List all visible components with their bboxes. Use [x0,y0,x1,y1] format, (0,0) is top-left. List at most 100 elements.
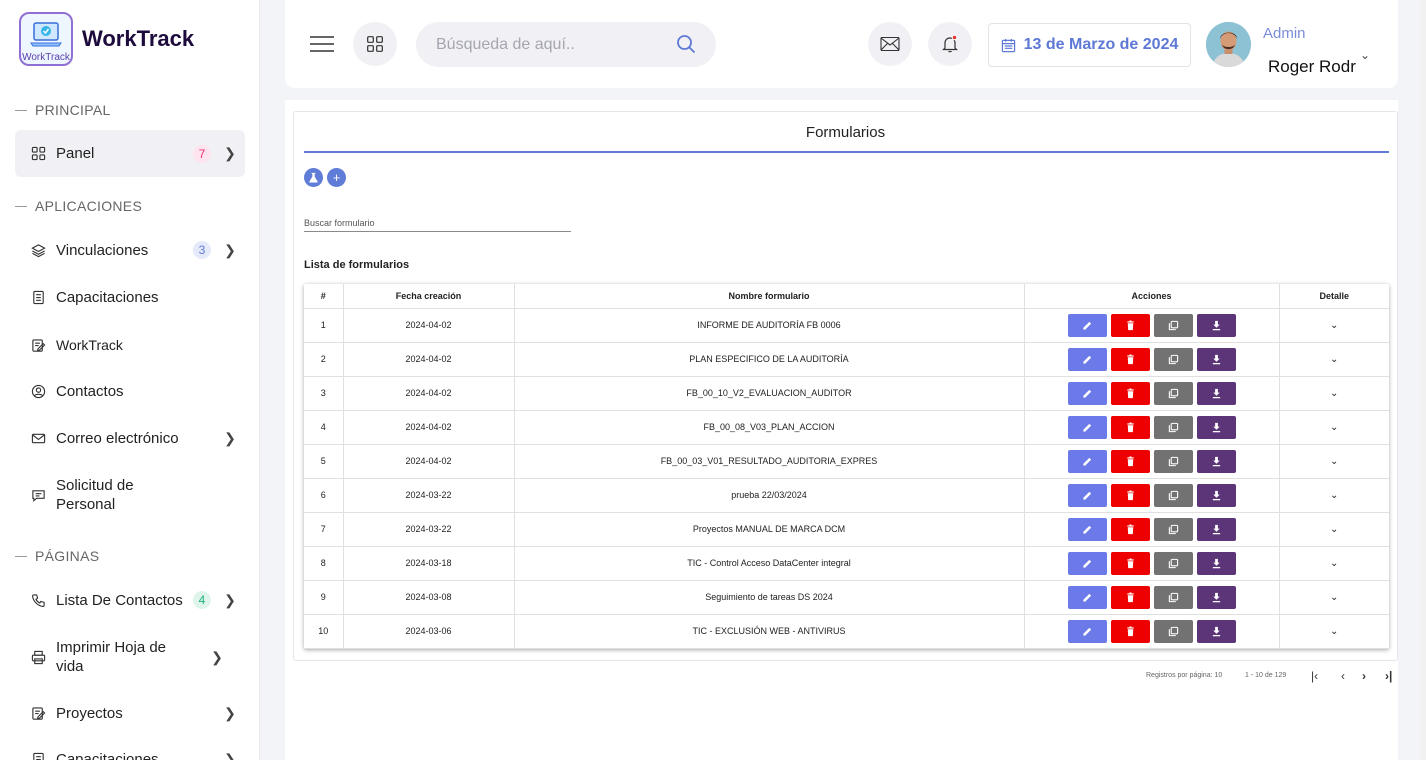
sidebar-item-lista-contactos[interactable]: Lista De Contactos 4 ❯ [15,590,245,610]
first-page-icon[interactable]: |‹ [1311,669,1318,683]
chevron-down-icon[interactable]: ⌄ [1330,626,1338,637]
sidebar-item-panel[interactable]: Panel 7 ❯ [15,130,245,177]
edit-button[interactable] [1067,585,1107,609]
duplicate-button[interactable] [1153,347,1193,371]
hamburger-menu-icon[interactable] [309,35,335,53]
delete-button[interactable] [1110,585,1150,609]
edit-button[interactable] [1067,449,1107,473]
chevron-down-icon[interactable]: ⌄ [1360,48,1370,62]
duplicate-button[interactable] [1153,585,1193,609]
duplicate-button[interactable] [1153,449,1193,473]
scrollbar[interactable] [1420,0,1426,760]
chevron-down-icon[interactable]: ⌄ [1330,558,1338,569]
layers-icon [29,243,47,258]
edit-button[interactable] [1067,347,1107,371]
download-button[interactable] [1196,313,1236,337]
user-name[interactable]: Roger Rodr [1268,57,1356,77]
table-row: 1 2024-04-02 INFORME DE AUDITORÍA FB 0006 ⌄ [304,308,1389,343]
delete-button[interactable] [1110,449,1150,473]
detail-cell: ⌄ [1279,444,1389,479]
chevron-down-icon[interactable]: ⌄ [1330,592,1338,603]
chevron-down-icon[interactable]: ⌄ [1330,354,1338,365]
previous-page-icon[interactable]: ‹ [1341,669,1345,683]
rows-per-page-label[interactable]: Registros por página: 10 [1146,672,1222,679]
delete-button[interactable] [1110,483,1150,507]
edit-button[interactable] [1067,551,1107,575]
duplicate-button[interactable] [1153,415,1193,439]
download-button[interactable] [1196,517,1236,541]
duplicate-button[interactable] [1153,483,1193,507]
sidebar-item-solicitud-personal[interactable]: Solicitud de Personal [15,475,245,515]
edit-button[interactable] [1067,313,1107,337]
sidebar-item-label: Capacitaciones [56,750,159,760]
column-header[interactable]: Nombre formulario [514,284,1025,309]
download-button[interactable] [1196,619,1236,643]
delete-button[interactable] [1110,415,1150,439]
created-date: 2024-03-18 [343,546,515,581]
sidebar-item-capacitaciones[interactable]: Capacitaciones [15,287,245,307]
search-form-input[interactable] [304,231,571,232]
edit-button[interactable] [1067,517,1107,541]
edit-button[interactable] [1067,415,1107,439]
edit-button[interactable] [1067,619,1107,643]
actions-cell [1024,580,1280,615]
date-button[interactable]: 13 de Marzo de 2024 [988,23,1191,67]
sidebar-item-vinculaciones[interactable]: Vinculaciones 3 ❯ [15,240,245,260]
copy-icon [1168,490,1179,501]
messages-button[interactable] [868,22,912,66]
duplicate-button[interactable] [1153,517,1193,541]
column-header[interactable]: Fecha creación [343,284,515,309]
duplicate-button[interactable] [1153,551,1193,575]
chevron-down-icon[interactable]: ⌄ [1330,524,1338,535]
form-name: prueba 22/03/2024 [514,478,1025,513]
download-button[interactable] [1196,381,1236,405]
sidebar-item-imprimir-hoja[interactable]: Imprimir Hoja de vida ❯ [15,637,245,677]
delete-button[interactable] [1110,381,1150,405]
notifications-button[interactable] [928,22,972,66]
sidebar-item-worktrack[interactable]: WorkTrack [15,335,245,355]
duplicate-button[interactable] [1153,619,1193,643]
chevron-down-icon[interactable]: ⌄ [1330,320,1338,331]
next-page-icon[interactable]: › [1362,669,1366,683]
column-header[interactable]: # [304,284,344,309]
delete-button[interactable] [1110,313,1150,337]
printer-icon [29,650,47,665]
download-button[interactable] [1196,415,1236,439]
download-button[interactable] [1196,483,1236,507]
download-button[interactable] [1196,585,1236,609]
table-row: 10 2024-03-06 TIC - EXCLUSIÓN WEB - ANTIVI… [304,614,1389,649]
chevron-down-icon[interactable]: ⌄ [1330,490,1338,501]
import-button[interactable] [304,168,323,187]
sidebar-item-contactos[interactable]: Contactos [15,381,245,401]
edit-button[interactable] [1067,483,1107,507]
download-button[interactable] [1196,551,1236,575]
apps-grid-button[interactable] [353,22,397,66]
chevron-down-icon[interactable]: ⌄ [1330,388,1338,399]
chevron-down-icon[interactable]: ⌄ [1330,422,1338,433]
count-badge: 7 [193,144,211,163]
detail-cell: ⌄ [1279,308,1389,343]
delete-button[interactable] [1110,347,1150,371]
edit-button[interactable] [1067,381,1107,405]
pencil-icon [1082,354,1093,365]
add-form-button[interactable]: + [327,168,346,187]
sidebar-item-correo[interactable]: Correo electrónico ❯ [15,428,245,448]
delete-button[interactable] [1110,551,1150,575]
download-button[interactable] [1196,449,1236,473]
chat-icon [29,488,47,503]
duplicate-button[interactable] [1153,381,1193,405]
brand[interactable]: WorkTrack WorkTrack [19,12,194,66]
chevron-down-icon[interactable]: ⌄ [1330,456,1338,467]
delete-button[interactable] [1110,517,1150,541]
sidebar: WorkTrack WorkTrack PRINCIPAL Panel 7 ❯ … [0,0,260,760]
last-page-icon[interactable]: ›| [1385,669,1392,683]
copy-icon [1168,456,1179,467]
avatar[interactable] [1206,22,1251,67]
duplicate-button[interactable] [1153,313,1193,337]
sidebar-item-proyectos[interactable]: Proyectos ❯ [15,703,245,723]
delete-button[interactable] [1110,619,1150,643]
search-icon[interactable] [676,34,696,59]
sidebar-item-capacitaciones-2[interactable]: Capacitaciones ❯ [15,749,245,760]
download-button[interactable] [1196,347,1236,371]
search-input[interactable] [436,35,666,54]
